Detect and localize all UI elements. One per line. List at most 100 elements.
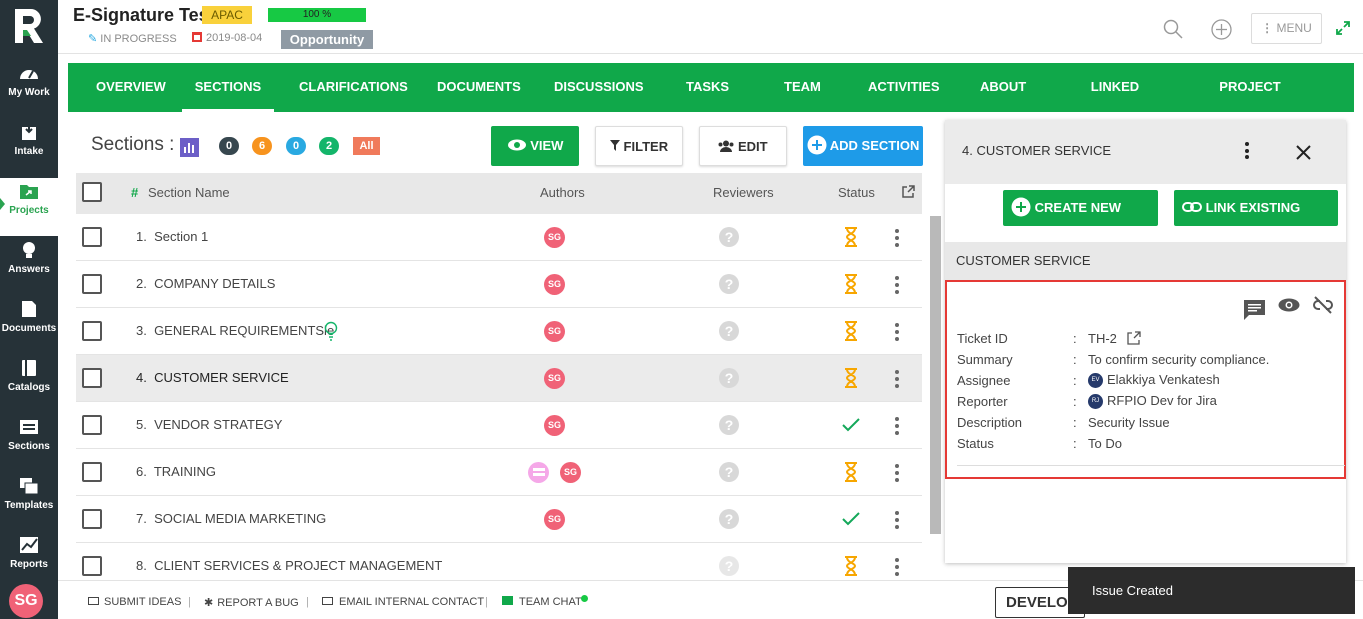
- author-avatar[interactable]: SG: [544, 509, 565, 530]
- open-external-icon[interactable]: [1126, 331, 1141, 345]
- row-checkbox[interactable]: [82, 415, 102, 435]
- team-chat-link[interactable]: TEAM CHAT: [502, 596, 582, 608]
- section-name[interactable]: 7. SOCIAL MEDIA MARKETING: [136, 511, 326, 526]
- ticket-id[interactable]: TH-2: [1088, 331, 1141, 346]
- panel-header: 4. CUSTOMER SERVICE: [945, 120, 1346, 184]
- reviewer-placeholder-icon[interactable]: ?: [719, 227, 739, 247]
- author-group-avatar[interactable]: [528, 462, 549, 483]
- reviewer-placeholder-icon[interactable]: ?: [719, 274, 739, 294]
- section-name[interactable]: 4. CUSTOMER SERVICE: [136, 370, 289, 385]
- table-row[interactable]: 3. GENERAL REQUIREMENTSle SG?: [76, 308, 922, 355]
- author-avatar[interactable]: SG: [544, 227, 565, 248]
- email-contact-link[interactable]: EMAIL INTERNAL CONTACT: [322, 596, 484, 608]
- tab-linked-issues[interactable]: LINKED ISSUES: [1069, 63, 1161, 141]
- colon: :: [1073, 352, 1077, 367]
- panel-title: 4. CUSTOMER SERVICE: [962, 143, 1112, 158]
- row-checkbox[interactable]: [82, 274, 102, 294]
- separator: |: [485, 596, 488, 608]
- status-value: To Do: [1088, 436, 1122, 451]
- row-actions-icon[interactable]: [895, 558, 899, 579]
- reviewer-placeholder-icon[interactable]: ?: [719, 368, 739, 388]
- eye-icon[interactable]: [1278, 298, 1300, 312]
- author-avatar[interactable]: SG: [560, 462, 581, 483]
- tab-project-notes[interactable]: PROJECT NOTES: [1200, 63, 1300, 141]
- hourglass-icon: [845, 556, 857, 576]
- author-avatar[interactable]: SG: [544, 368, 565, 389]
- create-issue-button[interactable]: CREATE NEW ISSUE: [1003, 190, 1158, 251]
- panel-kebab-icon[interactable]: [1245, 142, 1249, 159]
- bug-icon: ✱: [204, 597, 214, 609]
- section-name[interactable]: 8. CLIENT SERVICES & PROJECT MANAGEMENT: [136, 558, 442, 573]
- section-name[interactable]: 2. COMPANY DETAILS: [136, 276, 275, 291]
- section-name[interactable]: 3. GENERAL REQUIREMENTSle: [136, 323, 334, 338]
- search-icon[interactable]: [1163, 19, 1183, 39]
- assignee-value: EV Elakkiya Venkatesh: [1088, 372, 1220, 389]
- add-circle-icon[interactable]: [1211, 19, 1232, 40]
- table-row[interactable]: 1. Section 1 SG?: [76, 214, 922, 261]
- status-done: [842, 418, 860, 435]
- issue-card: Ticket ID : TH-2 Summary : To confirm se…: [945, 280, 1346, 479]
- reviewer-placeholder-icon[interactable]: ?: [719, 321, 739, 341]
- author-avatar[interactable]: SG: [544, 274, 565, 295]
- row-actions-icon[interactable]: [895, 323, 899, 344]
- row-actions-icon[interactable]: [895, 417, 899, 438]
- separator: |: [188, 596, 191, 608]
- status-pending: [844, 274, 858, 297]
- report-bug-label: REPORT A BUG: [217, 597, 299, 609]
- row-checkbox[interactable]: [82, 462, 102, 482]
- issue-group-header: CUSTOMER SERVICE: [945, 242, 1346, 280]
- summary-label: Summary: [957, 352, 1013, 367]
- section-name[interactable]: 1. Section 1: [136, 229, 208, 244]
- separator: |: [306, 596, 309, 608]
- check-icon: [842, 512, 860, 526]
- report-bug-link[interactable]: ✱ REPORT A BUG: [204, 596, 299, 609]
- author-avatar[interactable]: SG: [544, 415, 565, 436]
- reviewer-placeholder-icon[interactable]: ?: [719, 415, 739, 435]
- lightbulb-icon: [324, 321, 338, 341]
- tab-about[interactable]: ABOUT: [980, 63, 1026, 112]
- table-scrollbar[interactable]: [930, 216, 941, 534]
- divider: [957, 465, 1345, 466]
- table-row[interactable]: 6. TRAINING SG?: [76, 449, 922, 496]
- reviewer-placeholder-icon[interactable]: ?: [719, 556, 739, 576]
- unlink-icon[interactable]: [1313, 296, 1333, 314]
- reporter-label: Reporter: [957, 394, 1008, 409]
- table-row[interactable]: 5. VENDOR STRATEGY SG?: [76, 402, 922, 449]
- check-icon: [842, 418, 860, 432]
- hourglass-icon: [845, 321, 857, 341]
- row-checkbox[interactable]: [82, 321, 102, 341]
- table-row[interactable]: 8. CLIENT SERVICES & PROJECT MANAGEMENT?: [76, 543, 922, 580]
- comment-icon[interactable]: [1244, 300, 1265, 320]
- row-checkbox[interactable]: [82, 368, 102, 388]
- kebab-icon: ⋮: [1261, 21, 1274, 35]
- row-checkbox[interactable]: [82, 509, 102, 529]
- submit-ideas-link[interactable]: SUBMIT IDEAS: [88, 596, 181, 608]
- row-actions-icon[interactable]: [895, 370, 899, 391]
- section-name[interactable]: 6. TRAINING: [136, 464, 216, 479]
- reviewer-placeholder-icon[interactable]: ?: [719, 462, 739, 482]
- table-row[interactable]: 7. SOCIAL MEDIA MARKETING SG?: [76, 496, 922, 543]
- description-value: Security Issue: [1088, 415, 1170, 430]
- table-row[interactable]: 4. CUSTOMER SERVICE SG?: [76, 355, 922, 402]
- status-pending: [844, 321, 858, 344]
- row-actions-icon[interactable]: [895, 276, 899, 297]
- close-icon[interactable]: [1296, 145, 1311, 160]
- row-actions-icon[interactable]: [895, 511, 899, 532]
- reviewer-placeholder-icon[interactable]: ?: [719, 509, 739, 529]
- summary-value: To confirm security compliance.: [1088, 352, 1270, 367]
- ticket-id-text: TH-2: [1088, 331, 1117, 346]
- expand-icon[interactable]: [1336, 21, 1350, 35]
- menu-button[interactable]: ⋮ MENU: [1251, 13, 1322, 44]
- envelope-icon: [322, 597, 333, 605]
- row-checkbox[interactable]: [82, 556, 102, 576]
- chat-icon: [502, 596, 513, 605]
- row-actions-icon[interactable]: [895, 464, 899, 485]
- description-label: Description: [957, 415, 1023, 430]
- section-name[interactable]: 5. VENDOR STRATEGY: [136, 417, 282, 432]
- author-avatar[interactable]: SG: [544, 321, 565, 342]
- row-actions-icon[interactable]: [895, 229, 899, 250]
- table-row[interactable]: 2. COMPANY DETAILS SG?: [76, 261, 922, 308]
- user-avatar[interactable]: SG: [9, 584, 43, 618]
- row-checkbox[interactable]: [82, 227, 102, 247]
- link-issue-button[interactable]: LINK EXISTING ISSUE: [1174, 190, 1338, 251]
